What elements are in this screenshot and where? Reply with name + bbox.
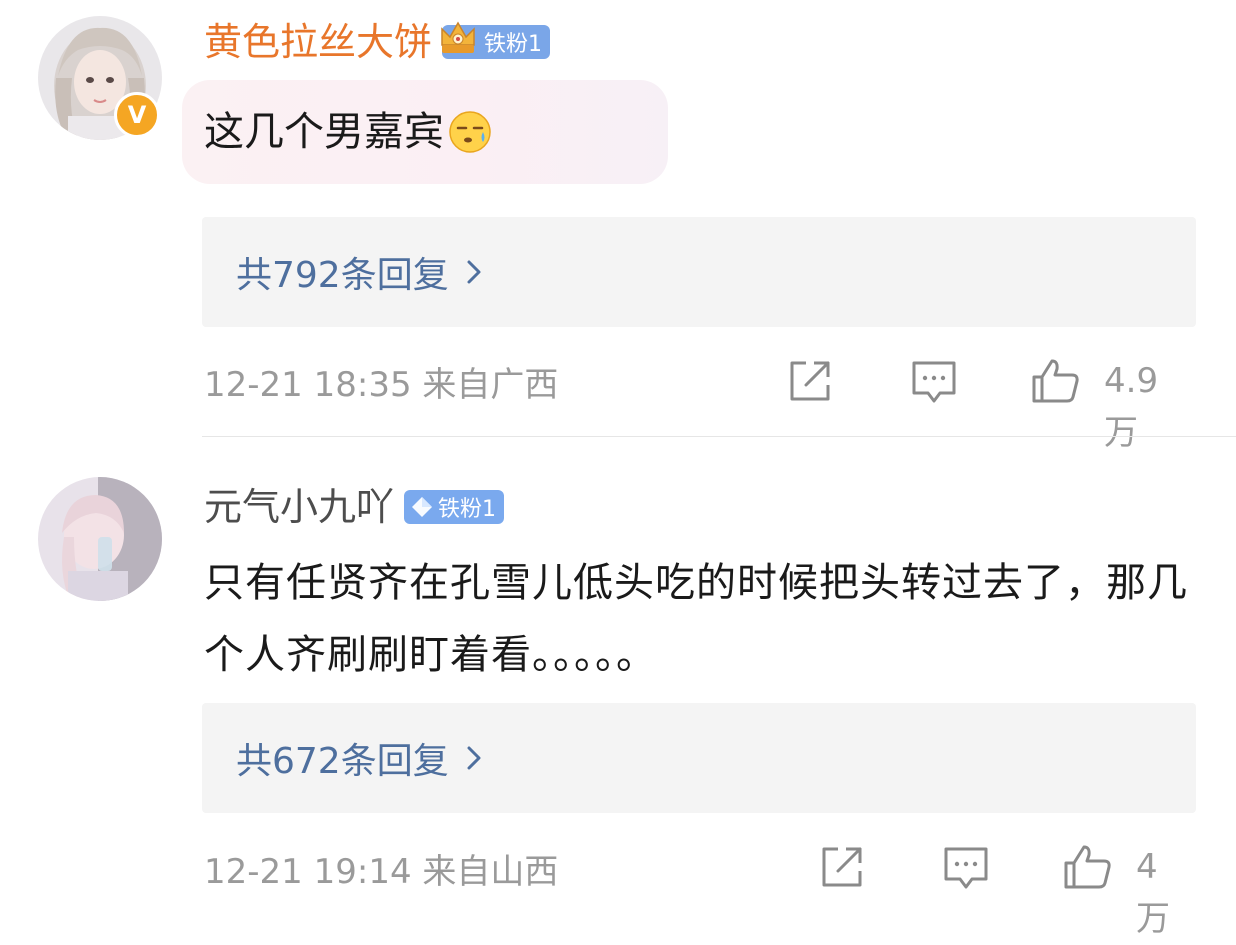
- fan-badge[interactable]: 铁粉1: [441, 21, 551, 59]
- comment-meta: 12-21 18:35 来自广西: [204, 360, 558, 410]
- fan-badge[interactable]: 铁粉1: [404, 490, 505, 524]
- replies-count: 共792条回复: [236, 255, 449, 296]
- replies-link[interactable]: 共672条回复: [202, 703, 1196, 813]
- comment-time: 12-21 19:14: [204, 852, 412, 892]
- comment-text: 只有任贤齐在孔雪儿低头吃的时候把头转过去了，那几个人齐刷刷盯着看。。。。。: [204, 560, 1188, 678]
- chevron-right-icon: [467, 260, 481, 284]
- sweat-emoji-icon: [449, 111, 491, 153]
- user-name-row: 黄色拉丝大饼 铁粉1: [204, 14, 551, 70]
- username[interactable]: 元气小九吖: [204, 479, 394, 535]
- avatar[interactable]: [38, 477, 162, 601]
- like-count: 4万: [1136, 847, 1170, 939]
- comment-time: 12-21 18:35: [204, 365, 412, 405]
- fan-badge-label: 铁粉1: [438, 497, 497, 522]
- comment-item: 元气小九吖 铁粉1 只有任贤齐在孔雪儿低头吃的时候把头转过去了，那几个人齐刷刷盯…: [0, 437, 1236, 939]
- comment-item: V 黄色拉丝大饼 铁粉1 这几个男嘉宾 共792条回复 12-21 18:35 …: [0, 0, 1236, 453]
- comment-icon[interactable]: [908, 355, 960, 407]
- comment-meta: 12-21 19:14 来自山西: [204, 847, 558, 897]
- chevron-right-icon: [467, 746, 481, 770]
- replies-count: 共672条回复: [236, 741, 449, 782]
- share-icon[interactable]: [784, 355, 836, 407]
- share-icon[interactable]: [816, 841, 868, 893]
- comment-text: 这几个男嘉宾: [204, 109, 444, 155]
- comment-location: 来自广西: [422, 365, 559, 405]
- fan-badge-label: 铁粉1: [484, 32, 543, 57]
- comment-location: 来自山西: [422, 852, 559, 892]
- user-name-row: 元气小九吖 铁粉1: [204, 479, 505, 535]
- like-icon[interactable]: [1030, 355, 1082, 407]
- like-icon[interactable]: [1062, 841, 1114, 893]
- replies-link[interactable]: 共792条回复: [202, 217, 1196, 327]
- diamond-badge-icon: [412, 497, 433, 517]
- verified-badge: V: [114, 92, 160, 138]
- avatar[interactable]: V: [38, 16, 162, 140]
- avatar-image: [38, 477, 162, 601]
- comment-bubble: 这几个男嘉宾: [182, 80, 668, 184]
- crown-badge-icon: [441, 21, 475, 53]
- comment-icon[interactable]: [940, 841, 992, 893]
- username[interactable]: 黄色拉丝大饼: [204, 14, 432, 70]
